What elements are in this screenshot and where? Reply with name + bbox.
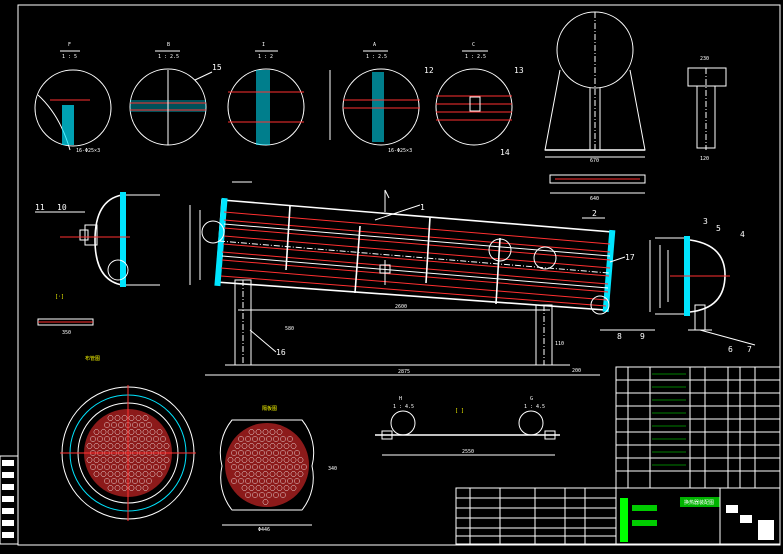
left-offset-dim: 110 [555, 341, 564, 347]
part-number-1: 1 [420, 203, 425, 212]
detail-f-letter: F [68, 42, 71, 48]
support-height-dim: 580 [285, 326, 294, 332]
engineering-drawing: F 1 : 5 16-Φ25×3 B 1 : 2.5 15 I 1 : 2 A … [0, 4, 781, 546]
part-number-16: 16 [276, 348, 286, 357]
detail-view-j: I 1 : 2 [227, 42, 305, 146]
left-channel-head: 11 10 [35, 192, 160, 287]
detail-a-letter: A [373, 42, 376, 48]
detail-view-f: F 1 : 5 16-Φ25×3 [34, 42, 112, 154]
part-number-5: 5 [716, 224, 721, 233]
part-number-14: 14 [500, 148, 510, 157]
part-number-3: 3 [703, 217, 708, 226]
svg-text:[ ]: [ ] [455, 408, 464, 414]
part-number-7: 7 [747, 345, 752, 354]
part-number-4: 4 [740, 230, 745, 239]
view-h-letter: H [399, 396, 402, 402]
baffle-height-dim: 340 [328, 466, 337, 472]
view-g-scale: 1 : 4.5 [524, 404, 545, 410]
part-number-17: 17 [625, 253, 635, 262]
view-g-letter: G [530, 396, 533, 402]
detail-f-scale: 1 : 5 [62, 54, 77, 60]
detail-j-letter: I [262, 42, 265, 48]
left-edge-stamp [0, 455, 19, 545]
detail-view-c: C 1 : 2.5 12 13 14 [424, 42, 524, 157]
detail-a-scale: 1 : 2.5 [366, 54, 387, 60]
title-block: 换热器装配图 [615, 487, 781, 545]
tubesheet-layout: 布管图 [60, 355, 196, 521]
baffle-layout-label: 隔板图 [262, 405, 277, 412]
left-note-dim: 350 [62, 330, 71, 336]
detail-c-letter: C [472, 42, 475, 48]
part-number-9: 9 [640, 332, 645, 341]
support-side-view: 230 120 [687, 56, 727, 162]
detail-f-size: 16-Φ25×3 [76, 148, 100, 154]
part-number-10: 10 [57, 203, 67, 212]
detail-view-a: A 1 : 2.5 16-Φ25×3 [329, 42, 420, 154]
part-number-8: 8 [617, 332, 622, 341]
part-number-11: 11 [35, 203, 45, 212]
saddle-end-view: 670 640 [544, 11, 646, 202]
parts-list [615, 366, 781, 489]
baffle-layout: 隔板图 Φ446 340 [219, 405, 337, 533]
main-length-dim: 2600 [395, 304, 407, 310]
saddle-width-dim: 670 [590, 158, 599, 164]
right-head: 6 7 [649, 236, 756, 354]
detail-view-b: B 1 : 2.5 15 [129, 42, 222, 146]
part-number-2: 2 [592, 209, 597, 218]
tube-layout-label: 布管图 [85, 355, 100, 362]
support-top-dim: 230 [700, 56, 709, 62]
left-notes: [·] 350 [37, 294, 94, 336]
detail-a-size: 16-Φ25×3 [388, 148, 412, 154]
part-number-12: 12 [424, 66, 434, 75]
drawing-title: 换热器装配图 [684, 499, 714, 506]
main-shell-assembly: 1 2 3 5 4 17 8 9 16 [189, 181, 745, 357]
detail-b-scale: 1 : 2.5 [158, 54, 179, 60]
part-number-6: 6 [728, 345, 733, 354]
svg-text:[·]: [·] [55, 294, 64, 300]
right-offset-dim: 200 [572, 368, 581, 374]
support-bottom-dim: 120 [700, 156, 709, 162]
detail-j-scale: 1 : 2 [258, 54, 273, 60]
rod-length-dim: 2550 [462, 449, 474, 455]
detail-c-scale: 1 : 2.5 [465, 54, 486, 60]
main-total-dim: 2875 [398, 369, 410, 375]
part-number-13: 13 [514, 66, 524, 75]
detail-b-letter: B [167, 42, 170, 48]
baffle-rod-view: H 1 : 4.5 G 1 : 4.5 2550 [ ] [375, 396, 560, 456]
baffle-width-dim: Φ446 [258, 527, 270, 533]
parts-list-lower [455, 487, 617, 545]
part-number-15: 15 [212, 63, 222, 72]
view-h-scale: 1 : 4.5 [393, 404, 414, 410]
saddle-base-dim: 640 [590, 196, 599, 202]
